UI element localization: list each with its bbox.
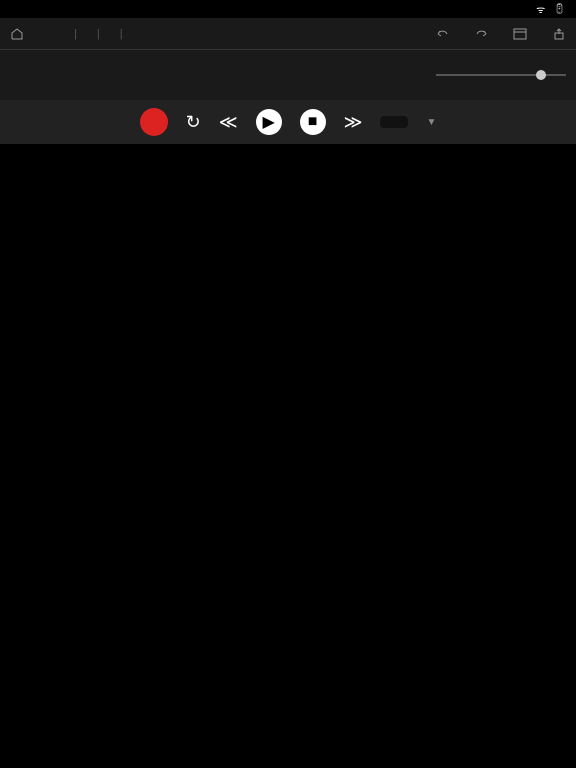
slider-thumb[interactable] (536, 70, 546, 80)
record-button[interactable] (140, 108, 168, 136)
tools-row (0, 50, 576, 100)
undo-icon (435, 28, 449, 40)
redo-button[interactable] (474, 28, 488, 40)
forward-button[interactable]: ≫ (344, 112, 363, 133)
volume-slider[interactable] (436, 74, 566, 76)
stop-button[interactable]: ■ (300, 109, 326, 135)
share-icon (552, 28, 566, 40)
home-icon (10, 28, 24, 40)
rewind-button[interactable]: ≪ (219, 112, 238, 133)
loop-button[interactable]: ↻ (186, 112, 201, 133)
time-display[interactable] (380, 116, 408, 128)
time-dropdown[interactable]: ▼ (426, 117, 436, 128)
play-button[interactable]: ▶ (256, 109, 282, 135)
browser-button[interactable] (513, 28, 527, 40)
top-nav: | | | (0, 18, 576, 50)
share-button[interactable] (552, 28, 566, 40)
volume-control (426, 74, 566, 76)
redo-icon (474, 28, 488, 40)
battery-icon: 🔋︎ (553, 4, 566, 15)
browser-icon (513, 28, 527, 40)
wifi-icon: ᯤ (536, 2, 545, 16)
transport-bar: ↻ ≪ ▶ ■ ≫ ▼ (0, 100, 576, 144)
undo-button[interactable] (435, 28, 449, 40)
home-button[interactable] (10, 28, 24, 40)
status-bar: ᯤ 🔋︎ (0, 0, 576, 18)
